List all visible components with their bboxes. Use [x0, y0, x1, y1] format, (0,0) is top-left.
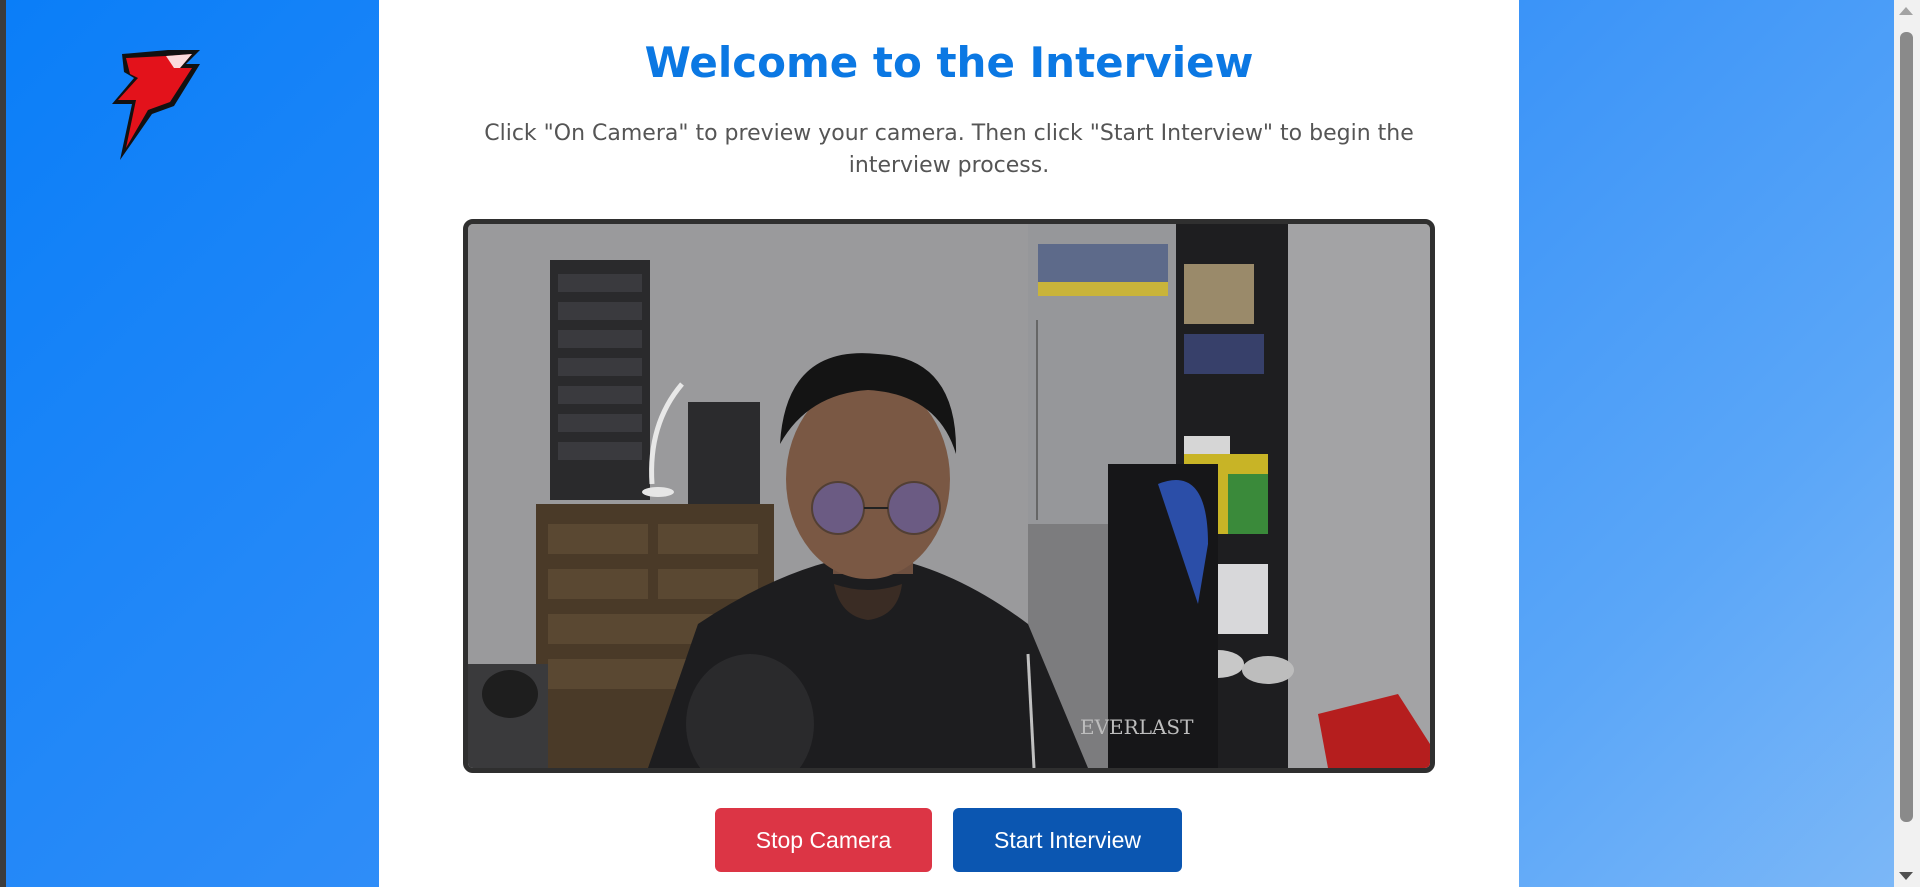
scroll-up-arrow-icon[interactable] [1899, 7, 1913, 15]
page-title: Welcome to the Interview [644, 38, 1254, 87]
scrollbar-thumb[interactable] [1900, 32, 1913, 822]
stop-camera-button[interactable]: Stop Camera [715, 808, 932, 872]
scroll-down-arrow-icon[interactable] [1899, 872, 1913, 880]
app-logo [112, 50, 200, 160]
interview-panel: Welcome to the Interview Click "On Camer… [379, 0, 1519, 887]
window-frame [0, 0, 6, 887]
camera-preview: EVERLAST [463, 219, 1435, 773]
camera-feed-image: EVERLAST [468, 224, 1430, 768]
page-scrollbar[interactable] [1894, 0, 1920, 887]
instructions-text: Click "On Camera" to preview your camera… [484, 121, 1414, 178]
hoodie-brand-text: EVERLAST [1080, 715, 1194, 739]
start-interview-button[interactable]: Start Interview [953, 808, 1182, 872]
